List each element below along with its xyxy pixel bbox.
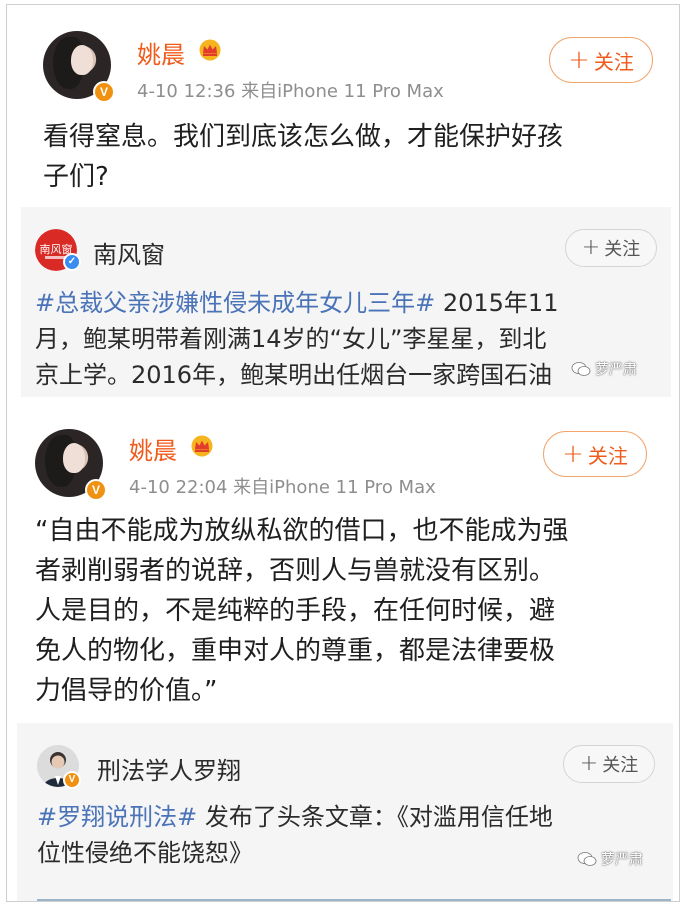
article-preview-edge (37, 899, 671, 901)
plus-icon: + (562, 439, 584, 469)
repost-text-segment: 2015年11 (435, 289, 559, 317)
username[interactable]: 姚晨 (137, 35, 185, 70)
plus-icon: + (581, 235, 601, 260)
repost-text-segment: 发布了头条文章：《对滥用信任地 (197, 803, 553, 831)
follow-button[interactable]: + 关注 (543, 431, 647, 477)
wechat-icon (577, 852, 597, 866)
crown-icon (199, 39, 221, 61)
post-text-line: 免人的物化，重申对人的尊重，都是法律要极 (35, 636, 556, 666)
post-text-line: 人是目的，不是纯粹的手段，在任何时候，避 (35, 596, 556, 626)
repost-author-name[interactable]: 刑法学人罗翔 (97, 751, 241, 786)
repost-text: #罗翔说刑法# 发布了头条文章：《对滥用信任地 位性侵绝不能饶恕》 (37, 799, 667, 871)
username[interactable]: 姚晨 (129, 431, 177, 466)
watermark-text: 萝严肃 (595, 362, 637, 378)
plus-icon: + (579, 751, 599, 776)
follow-label: 关注 (593, 49, 634, 74)
reposted-card[interactable]: V 刑法学人罗翔 + 关注 #罗翔说刑法# 发布了头条文章：《对滥用信任地 位性… (17, 723, 673, 901)
follow-label: 关注 (602, 755, 639, 776)
post-meta: 4-10 22:04 来自iPhone 11 Pro Max (129, 477, 436, 498)
hashtag-link[interactable]: #总裁父亲涉嫌性侵未成年女儿三年# (35, 289, 435, 317)
post-text-line: 子们? (43, 162, 109, 192)
watermark-text: 萝严肃 (601, 852, 643, 868)
verified-v-icon: V (93, 81, 115, 103)
repost-follow-button[interactable]: + 关注 (565, 229, 657, 267)
post-text-line: “自由不能成为放纵私欲的借口，也不能成为强 (35, 516, 569, 546)
repost-text-line: #罗翔说刑法# 发布了头条文章：《对滥用信任地 (37, 799, 667, 835)
follow-button[interactable]: + 关注 (549, 37, 653, 83)
post-text-line: 看得窒息。我们到底该怎么做，才能保护好孩 (43, 122, 564, 152)
screenshot-frame: V 姚晨 4-10 12:36 来自iPhone 11 Pro Max + 关注… (6, 4, 680, 902)
crown-icon (191, 435, 213, 457)
post-text-line: 者剥削弱者的说辞，否则人与兽就没有区别。 (35, 556, 556, 586)
verified-v-icon: V (85, 479, 107, 501)
avatar[interactable]: V (35, 429, 107, 501)
avatar-face (71, 45, 93, 75)
weibo-post: V 姚晨 4-10 12:36 来自iPhone 11 Pro Max + 关注… (7, 5, 679, 397)
reposted-card[interactable]: 南风窗 ✓ 南风窗 + 关注 #总裁父亲涉嫌性侵未成年女儿三年# 2015年11… (21, 207, 671, 397)
verified-blue-icon: ✓ (63, 253, 81, 271)
plus-icon: + (568, 45, 590, 75)
repost-follow-button[interactable]: + 关注 (563, 745, 655, 783)
repost-text-line: #总裁父亲涉嫌性侵未成年女儿三年# 2015年11 (35, 285, 665, 321)
wechat-icon (571, 362, 591, 376)
follow-label: 关注 (604, 239, 641, 260)
repost-text-line: 位性侵绝不能饶恕》 (37, 839, 253, 867)
post-text: “自由不能成为放纵私欲的借口，也不能成为强 者剥削弱者的说辞，否则人与兽就没有区… (35, 511, 665, 711)
watermark: 萝严肃 (577, 849, 643, 869)
repost-author-name[interactable]: 南风窗 (93, 235, 165, 270)
post-text-line: 力倡导的价值。” (35, 676, 218, 706)
repost-text-line: 月，鲍某明带着刚满14岁的“女儿”李星星，到北 (35, 325, 547, 353)
avatar-face (63, 443, 85, 473)
hashtag-link[interactable]: #罗翔说刑法# (37, 803, 197, 831)
watermark: 萝严肃 (571, 359, 637, 379)
avatar[interactable]: V (43, 31, 115, 103)
weibo-post: V 姚晨 4-10 22:04 来自iPhone 11 Pro Max + 关注… (7, 405, 679, 901)
follow-label: 关注 (587, 443, 628, 468)
post-meta: 4-10 12:36 来自iPhone 11 Pro Max (137, 81, 444, 102)
post-text: 看得窒息。我们到底该怎么做，才能保护好孩 子们? (43, 117, 663, 197)
verified-v-icon: V (63, 771, 81, 789)
